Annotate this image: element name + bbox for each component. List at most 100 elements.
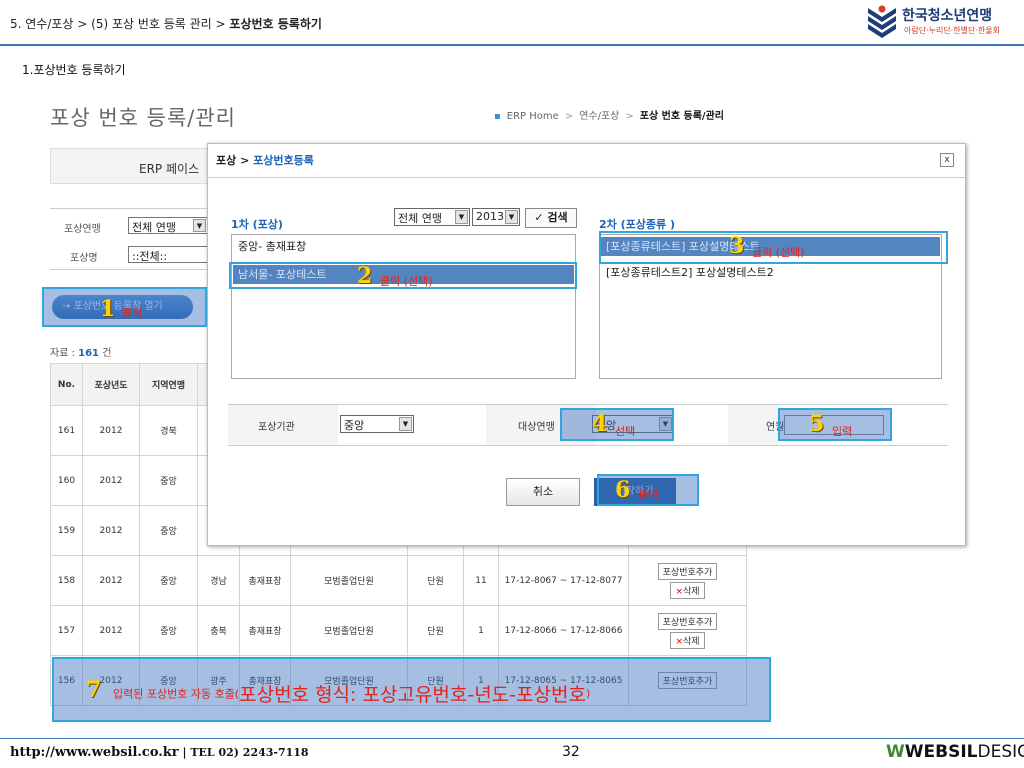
footer-tel: | TEL 02) 2243-7118: [178, 746, 309, 759]
cell-group: 모범졸업단원: [290, 605, 408, 656]
award-filter-select[interactable]: ::전체::: [128, 246, 208, 263]
filter-panel: 포상연맹 전체 연맹 ▼ 포상명 ::전체::: [50, 208, 210, 270]
award-filter-value: ::전체::: [132, 250, 168, 263]
col-region: 지역연맹: [139, 363, 198, 406]
table-row: 158 2012 중앙 경남 총재표창 모범졸업단원 단원 11 17-12-8…: [50, 555, 747, 606]
first-award-label: 1차 (포상): [231, 218, 283, 231]
dialog-divider: [208, 177, 965, 178]
first-league-select[interactable]: 전체 연맹 ▼: [394, 208, 470, 226]
step-7-caption-end: ): [585, 687, 591, 700]
cell-region: 중앙: [139, 605, 198, 656]
footer-url[interactable]: http://www.websil.co.kr: [10, 745, 179, 760]
cell-actions: 포상번호추가 ×삭제: [628, 555, 747, 606]
cell-region: 경북: [139, 405, 198, 456]
page-number: 32: [562, 744, 580, 760]
delete-x-icon: ×: [675, 586, 683, 597]
step-title: 1.포상번호 등록하기: [22, 63, 126, 77]
count-label: 자료 :: [50, 348, 79, 359]
col-no: No.: [50, 363, 83, 406]
cell-region: 중앙: [139, 555, 198, 606]
delete-button[interactable]: ×삭제: [670, 581, 705, 599]
dialog-title-current: 포상번호등록: [253, 154, 314, 167]
cell-year: 2012: [82, 605, 140, 656]
crumb-section[interactable]: 연수/포상: [579, 111, 619, 122]
count-value: 161: [78, 348, 100, 359]
award-org-label: 포상기관: [258, 422, 295, 433]
page-title: 포상 번호 등록/관리: [50, 106, 236, 130]
cell-qty: 1: [463, 605, 499, 656]
dialog-title: 포상 > 포상번호등록: [216, 152, 314, 168]
first-league-value: 전체 연맹: [398, 212, 442, 225]
cell-no: 161: [50, 405, 83, 456]
logo-light: DESIGN: [977, 742, 1024, 762]
award-org-select[interactable]: 중앙 ▼: [340, 415, 414, 433]
crumb-current: 포상 번호 등록/관리: [639, 111, 724, 122]
cell-no: 160: [50, 455, 83, 506]
breadcrumb-path: 5. 연수/포상 > (5) 포상 번호 등록 관리 >: [10, 17, 230, 31]
cell-range: 17-12-8067 ~ 17-12-8077: [498, 555, 629, 606]
delete-label: 삭제: [682, 586, 700, 597]
list-item[interactable]: 중앙- 총재표창: [233, 237, 574, 256]
step-1-caption: 클릭: [122, 307, 143, 320]
second-award-label: 2차 (포상종류 ): [599, 218, 675, 231]
brand: 한국청소년연맹 아람단·누리단·한별단·한울회: [866, 3, 1022, 41]
step-7-caption: 입력된 포상번호 자동 호출(포상번호 형식: 포상고유번호-년도-포상번호): [113, 680, 590, 707]
search-label: 검색: [547, 211, 568, 224]
bullet-icon: ▪: [494, 111, 501, 122]
league-logo-icon: [868, 5, 896, 38]
step-3-caption: 클릭 (선택): [752, 246, 805, 259]
add-award-number-button[interactable]: 포상번호추가: [657, 612, 718, 630]
add-award-number-button[interactable]: 포상번호추가: [657, 562, 718, 580]
chevron-right-icon: >: [625, 111, 634, 122]
table-row: 157 2012 중앙 충북 총재표창 모범졸업단원 단원 1 17-12-80…: [50, 605, 747, 656]
step-4-number: 4: [592, 411, 608, 437]
dropdown-arrow-icon: ▼: [399, 417, 412, 431]
cell-region: 중앙: [139, 455, 198, 506]
notice-text: ERP 페이스: [139, 162, 200, 176]
chevron-right-icon: >: [564, 111, 574, 122]
first-award-list: 중앙- 총재표창 남서울- 포상테스트: [231, 234, 576, 379]
step-4-caption: 선택: [615, 425, 636, 438]
cancel-button[interactable]: 취소: [506, 478, 580, 506]
cell-no: 159: [50, 505, 83, 556]
first-year-select[interactable]: 2013 ▼: [472, 208, 520, 226]
step-2-number: 2: [357, 263, 373, 289]
award-filter-label: 포상명: [70, 253, 98, 264]
award-number-register-dialog: 포상 > 포상번호등록 x 1차 (포상) 전체 연맹 ▼ 2013 ▼ ✓ 검색 …: [207, 143, 966, 546]
cell-group: 모범졸업단원: [290, 555, 408, 606]
cell-actions: 포상번호추가 ×삭제: [628, 605, 747, 656]
record-count: 자료 : 161 건: [50, 344, 111, 359]
step-7-number: 7: [86, 677, 102, 703]
step-6-caption: 클릭: [638, 489, 659, 502]
list-item[interactable]: [포상종류테스트2] 포상설명테스트2: [601, 263, 940, 282]
cell-league: 경남: [197, 555, 240, 606]
close-icon[interactable]: x: [940, 153, 954, 167]
brand-subtitle: 아람단·누리단·한별단·한울회: [904, 26, 1000, 35]
footer-contact: http://www.websil.co.kr | TEL 02) 2243-7…: [10, 745, 309, 760]
step-5-caption: 입력: [832, 425, 853, 438]
league-filter-value: 전체 연맹: [132, 221, 176, 234]
cell-year: 2012: [82, 455, 140, 506]
league-filter-label: 포상연맹: [64, 224, 101, 235]
step-3-number: 3: [729, 233, 745, 259]
check-icon: ✓: [534, 211, 544, 224]
logo-bold: WEBSIL: [904, 742, 978, 762]
cell-region: 중앙: [139, 505, 198, 556]
crumb-home[interactable]: ERP Home: [507, 111, 559, 122]
cell-award: 총재표창: [239, 555, 291, 606]
cell-no: 157: [50, 605, 83, 656]
count-unit: 건: [99, 348, 112, 359]
dropdown-arrow-icon: ▼: [455, 210, 468, 224]
cell-type: 단원: [407, 555, 464, 606]
delete-button[interactable]: ×삭제: [670, 631, 705, 649]
cell-range: 17-12-8066 ~ 17-12-8066: [498, 605, 629, 656]
league-filter-select[interactable]: 전체 연맹 ▼: [128, 217, 208, 234]
cell-qty: 11: [463, 555, 499, 606]
websil-leaf-icon: W: [886, 742, 905, 762]
award-org-value: 중앙: [344, 419, 365, 432]
websil-logo: WWEBSILDESIGN: [886, 742, 1024, 762]
notice-box: ERP 페이스: [50, 148, 210, 184]
search-button[interactable]: ✓ 검색: [525, 208, 577, 228]
slide-header: 5. 연수/포상 > (5) 포상 번호 등록 관리 > 포상번호 등록하기 한…: [0, 0, 1024, 46]
dropdown-arrow-icon: ▼: [505, 210, 518, 224]
